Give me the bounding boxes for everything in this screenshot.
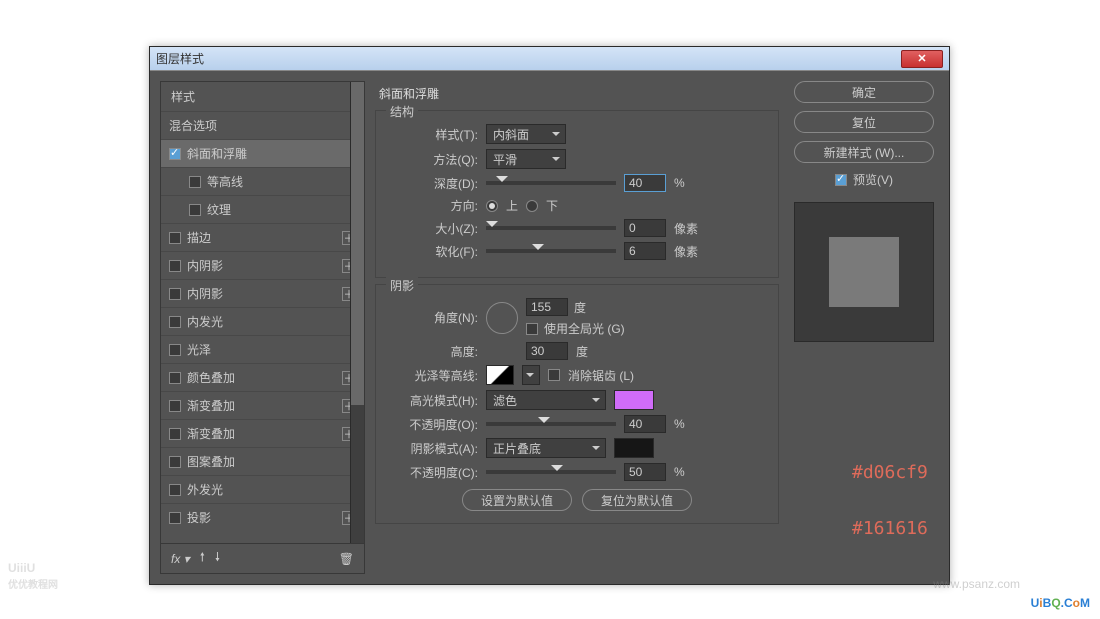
new-style-button[interactable]: 新建样式 (W)...	[794, 141, 934, 163]
style-item[interactable]: 内发光	[161, 307, 364, 335]
up-icon[interactable]: 🠕	[200, 548, 205, 569]
style-item[interactable]: 等高线	[161, 167, 364, 195]
style-checkbox[interactable]	[169, 148, 181, 160]
watermark-logo: UiiiU优优教程网	[8, 559, 58, 591]
depth-slider[interactable]	[486, 181, 616, 185]
shadow-opacity-input[interactable]: 50	[624, 463, 666, 481]
blend-options[interactable]: 混合选项	[161, 111, 364, 139]
angle-input[interactable]: 155	[526, 298, 568, 316]
styles-header[interactable]: 样式	[161, 82, 364, 111]
dir-down-radio[interactable]	[526, 200, 538, 212]
styles-footer: fx ▾ 🠕 🠗 🗑	[160, 544, 365, 574]
global-light-checkbox[interactable]	[526, 323, 538, 335]
highlight-mode-select[interactable]: 滤色	[486, 390, 606, 410]
layer-style-dialog: 图层样式 ✕ 样式 混合选项 斜面和浮雕等高线纹理描边＋内阴影＋内阴影＋内发光光…	[149, 46, 950, 585]
annotation-highlight-color: #d06cf9	[852, 462, 928, 483]
style-checkbox[interactable]	[169, 456, 181, 468]
style-item[interactable]: 投影＋	[161, 503, 364, 531]
highlight-color[interactable]	[614, 390, 654, 410]
soften-slider[interactable]	[486, 249, 616, 253]
highlight-opacity-input[interactable]: 40	[624, 415, 666, 433]
style-checkbox[interactable]	[169, 316, 181, 328]
style-item[interactable]: 光泽	[161, 335, 364, 363]
soften-input[interactable]: 6	[624, 242, 666, 260]
style-item[interactable]: 纹理	[161, 195, 364, 223]
style-checkbox[interactable]	[169, 232, 181, 244]
size-slider[interactable]	[486, 226, 616, 230]
trash-icon[interactable]: 🗑	[339, 552, 354, 566]
style-checkbox[interactable]	[169, 344, 181, 356]
fx-icon[interactable]: fx ▾	[171, 552, 190, 566]
style-checkbox[interactable]	[169, 288, 181, 300]
style-select[interactable]: 内斜面	[486, 124, 566, 144]
down-icon[interactable]: 🠗	[215, 548, 220, 569]
contour-dropdown[interactable]	[522, 365, 540, 385]
style-item[interactable]: 图案叠加	[161, 447, 364, 475]
style-item[interactable]: 描边＋	[161, 223, 364, 251]
angle-wheel[interactable]	[486, 302, 518, 334]
gloss-contour[interactable]	[486, 365, 514, 385]
style-item[interactable]: 内阴影＋	[161, 279, 364, 307]
cancel-button[interactable]: 复位	[794, 111, 934, 133]
style-checkbox[interactable]	[169, 260, 181, 272]
watermark-url: www.psanz.com	[933, 577, 1020, 591]
watermark-brand: UiBQ.CoM	[1031, 587, 1090, 613]
styles-list: 样式 混合选项 斜面和浮雕等高线纹理描边＋内阴影＋内阴影＋内发光光泽颜色叠加＋渐…	[160, 81, 365, 544]
structure-group: 结构 样式(T):内斜面 方法(Q):平滑 深度(D):40% 方向:上下 大小…	[375, 110, 779, 278]
shading-group: 阴影 角度(N): 155度 使用全局光 (G) 高度:30度 光泽等高线:消除…	[375, 284, 779, 524]
altitude-input[interactable]: 30	[526, 342, 568, 360]
dir-up-radio[interactable]	[486, 200, 498, 212]
style-item[interactable]: 颜色叠加＋	[161, 363, 364, 391]
antialias-checkbox[interactable]	[548, 369, 560, 381]
scroll-thumb[interactable]	[351, 82, 364, 405]
shadow-opacity-slider[interactable]	[486, 470, 616, 474]
make-default-button[interactable]: 设置为默认值	[462, 489, 572, 511]
depth-input[interactable]: 40	[624, 174, 666, 192]
preview-checkbox[interactable]	[835, 174, 847, 186]
annotation-shadow-color: #161616	[852, 518, 928, 539]
preview-thumbnail	[794, 202, 934, 342]
style-checkbox[interactable]	[169, 512, 181, 524]
style-item[interactable]: 渐变叠加＋	[161, 419, 364, 447]
ok-button[interactable]: 确定	[794, 81, 934, 103]
style-checkbox[interactable]	[189, 176, 201, 188]
section-title: 斜面和浮雕	[375, 81, 779, 104]
style-checkbox[interactable]	[169, 400, 181, 412]
style-checkbox[interactable]	[169, 428, 181, 440]
style-checkbox[interactable]	[189, 204, 201, 216]
scrollbar[interactable]	[350, 82, 364, 543]
shadow-color[interactable]	[614, 438, 654, 458]
style-item[interactable]: 外发光	[161, 475, 364, 503]
shadow-mode-select[interactable]: 正片叠底	[486, 438, 606, 458]
style-item[interactable]: 内阴影＋	[161, 251, 364, 279]
dialog-title: 图层样式	[156, 50, 204, 67]
style-item[interactable]: 斜面和浮雕	[161, 139, 364, 167]
reset-default-button[interactable]: 复位为默认值	[582, 489, 692, 511]
technique-select[interactable]: 平滑	[486, 149, 566, 169]
style-checkbox[interactable]	[169, 372, 181, 384]
highlight-opacity-slider[interactable]	[486, 422, 616, 426]
size-input[interactable]: 0	[624, 219, 666, 237]
close-button[interactable]: ✕	[901, 50, 943, 68]
style-checkbox[interactable]	[169, 484, 181, 496]
style-item[interactable]: 渐变叠加＋	[161, 391, 364, 419]
titlebar[interactable]: 图层样式 ✕	[150, 47, 949, 71]
